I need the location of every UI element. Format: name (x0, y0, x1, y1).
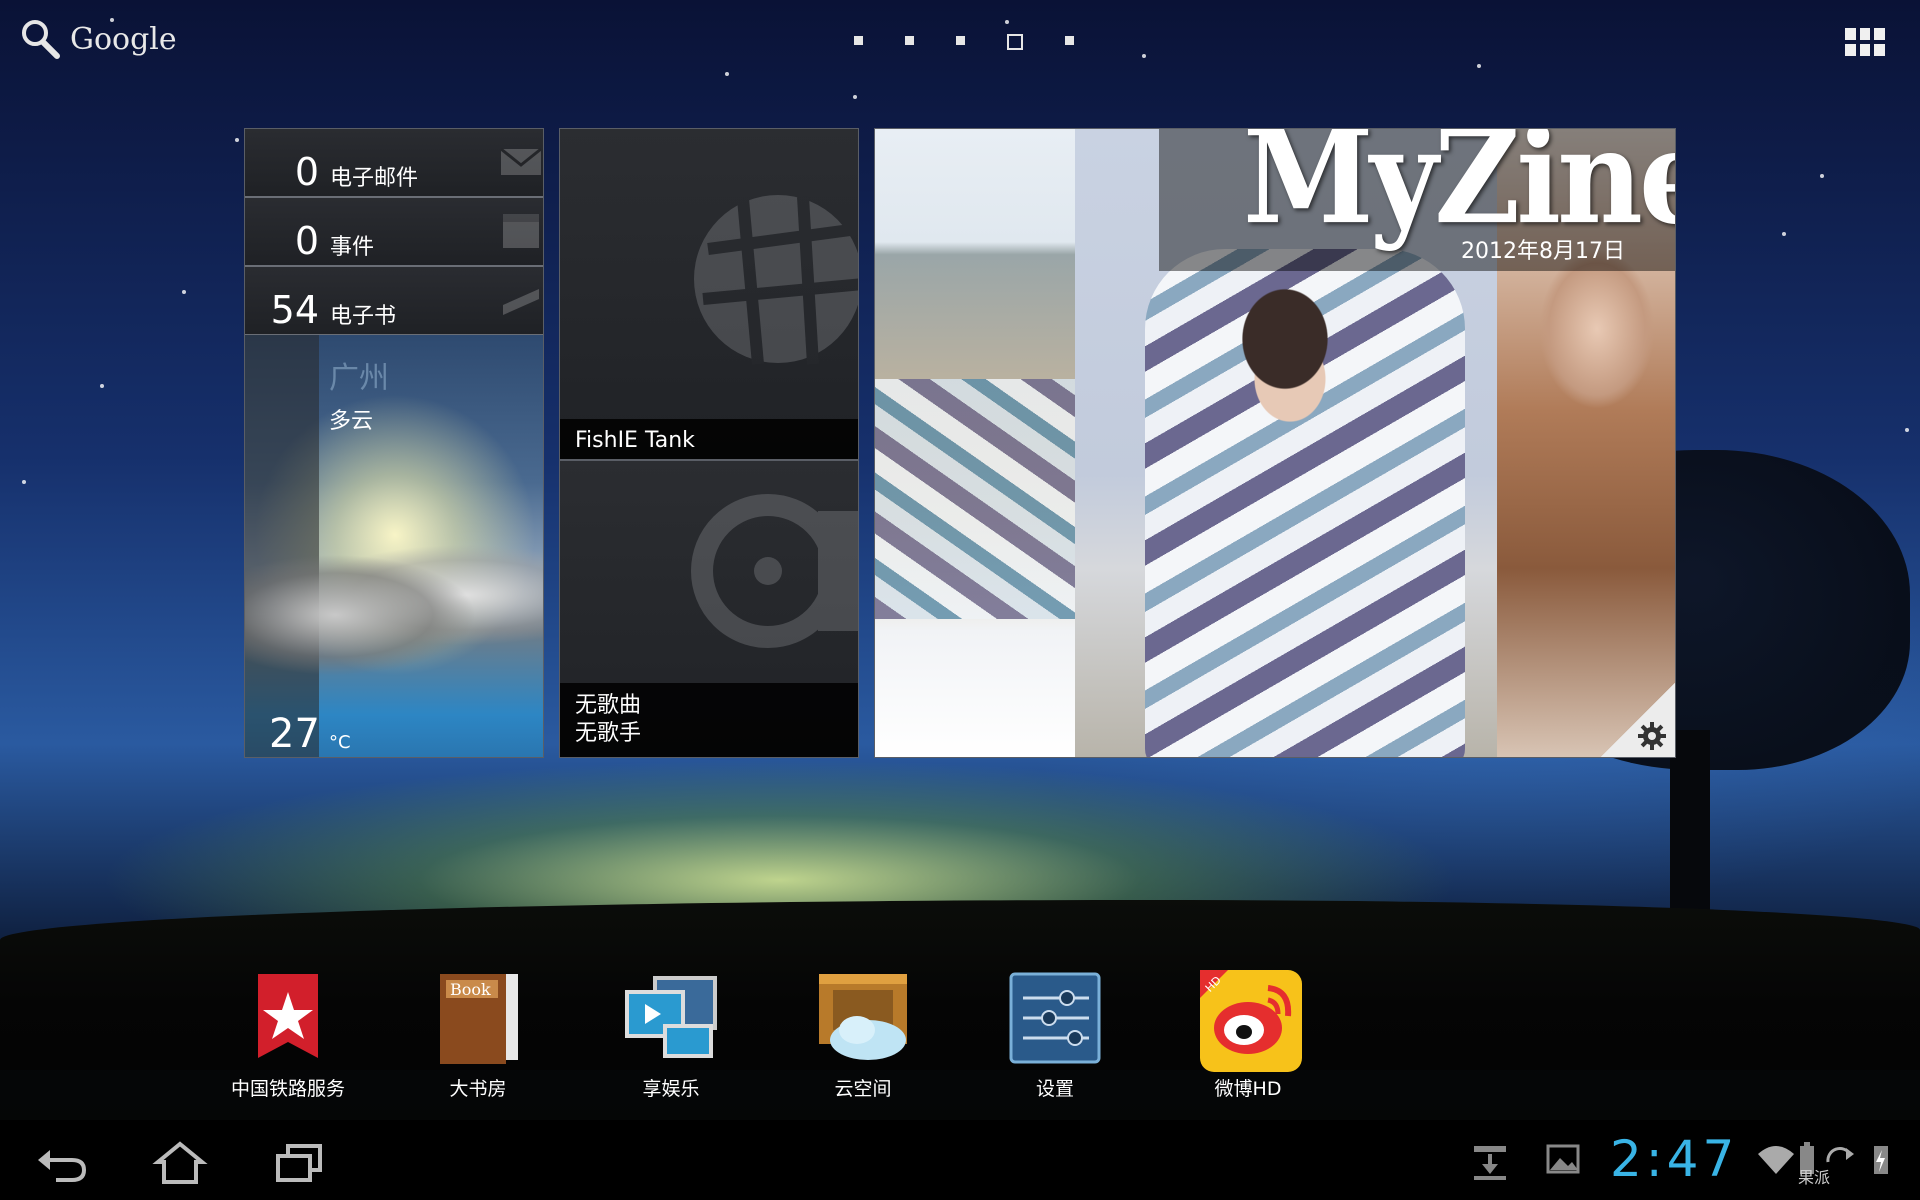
dock-app-weibo[interactable]: HD 微博HD (1183, 968, 1313, 1101)
dock-app-railway[interactable]: 中国铁路服务 (223, 968, 353, 1101)
dock-label: 享娱乐 (642, 1078, 700, 1100)
media-widget: FishIE Tank 无歌曲 无歌手 (559, 128, 859, 758)
book-icon: Book (428, 968, 528, 1068)
page-dot[interactable] (956, 36, 965, 45)
ebooks-count: 54 (270, 288, 319, 332)
events-count: 0 (294, 219, 319, 263)
railway-icon (238, 968, 338, 1068)
google-search-bar[interactable]: Google (20, 18, 177, 60)
status-clock[interactable]: 2:47 (1610, 1130, 1738, 1188)
myzine-date: 2012年8月17日 (1461, 239, 1625, 264)
weather-unit: °C (329, 732, 351, 753)
music-artist: 无歌手 (575, 721, 642, 746)
wifi-icon (1758, 1146, 1794, 1174)
dock-app-settings[interactable]: 设置 (990, 968, 1120, 1101)
weather-city: 广州 (329, 361, 389, 396)
photo-beach-scarf (875, 129, 1075, 757)
back-icon[interactable] (34, 1140, 90, 1186)
cloud-storage-icon (813, 968, 913, 1068)
page-dot[interactable] (905, 36, 914, 45)
home-icon[interactable] (152, 1140, 208, 1186)
myzine-widget[interactable]: MyZine 2012年8月17日 (874, 128, 1676, 758)
svg-text:Book: Book (450, 980, 491, 999)
events-label: 事件 (330, 235, 375, 260)
weather-condition: 多云 (329, 409, 374, 434)
info-widget: 0 电子邮件 0 事件 54 电子书 广州 多云 27 °C (244, 128, 544, 758)
email-row[interactable]: 0 电子邮件 (245, 129, 543, 198)
page-dot-active[interactable] (1007, 34, 1023, 50)
email-label: 电子邮件 (330, 166, 419, 191)
page-indicator (854, 34, 1074, 50)
dock-label: 大书房 (449, 1078, 507, 1100)
mail-icon (500, 147, 542, 175)
dock-label: 微博HD (1214, 1078, 1282, 1100)
gear-icon[interactable] (1637, 721, 1667, 751)
calendar-icon (503, 214, 539, 248)
page-dot[interactable] (854, 36, 863, 45)
watermark-text: 果派 (1798, 1168, 1831, 1187)
search-icon (20, 18, 60, 60)
page-dot[interactable] (1065, 36, 1074, 45)
dock-app-bookroom[interactable]: Book 大书房 (413, 968, 543, 1101)
dock-label: 设置 (1035, 1078, 1074, 1100)
dock-label: 云空间 (834, 1078, 892, 1100)
recent-apps-icon[interactable] (272, 1140, 328, 1186)
globe-icon (694, 195, 858, 365)
search-label: Google (70, 21, 177, 57)
dock-label: 中国铁路服务 (230, 1078, 345, 1100)
all-apps-button[interactable] (1845, 28, 1885, 56)
book-icon (503, 289, 539, 315)
battery-charging-icon (1874, 1146, 1888, 1174)
cloud-image (245, 545, 543, 685)
dock-app-entertainment[interactable]: 享娱乐 (606, 968, 736, 1101)
events-row[interactable]: 0 事件 (245, 198, 543, 267)
music-panel[interactable]: 无歌曲 无歌手 (560, 461, 858, 757)
settings-icon (1005, 968, 1105, 1068)
weibo-icon: HD (1198, 968, 1302, 1072)
dock-app-cloud[interactable]: 云空间 (798, 968, 928, 1101)
gallery-icon[interactable] (1546, 1142, 1580, 1176)
browser-label: FishIE Tank (575, 428, 695, 453)
weather-temperature: 27 (269, 711, 320, 757)
music-disc-icon (691, 494, 858, 648)
download-icon[interactable] (1470, 1142, 1510, 1182)
weather-panel[interactable]: 广州 多云 27 °C (245, 335, 543, 757)
media-player-icon (621, 968, 721, 1068)
ebooks-label: 电子书 (330, 304, 397, 329)
email-count: 0 (294, 150, 319, 194)
browser-panel[interactable]: FishIE Tank (560, 129, 858, 461)
ebooks-row[interactable]: 54 电子书 (245, 267, 543, 336)
